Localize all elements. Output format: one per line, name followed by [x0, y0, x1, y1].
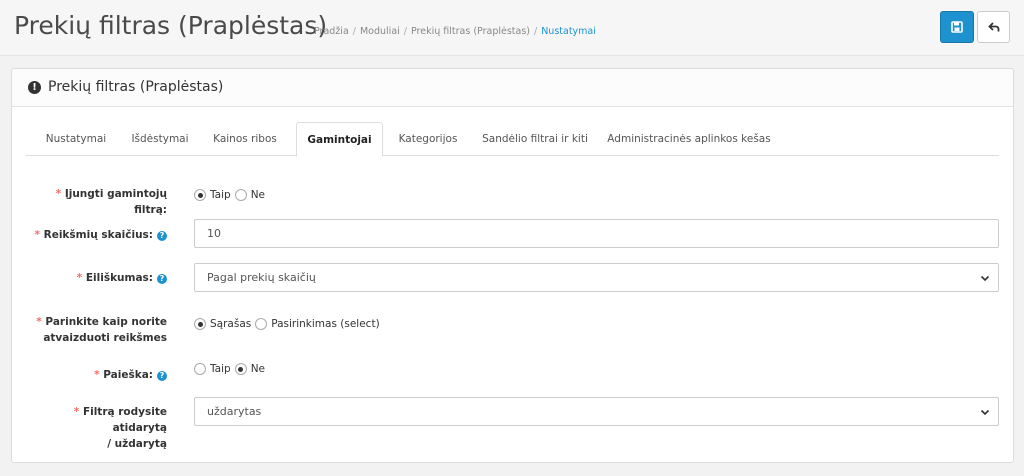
- help-icon[interactable]: ?: [157, 231, 167, 241]
- breadcrumb-modules[interactable]: Moduliai: [360, 26, 400, 37]
- panel-heading: ! Prekių filtras (Praplėstas): [12, 69, 1013, 107]
- display-mode-label: * Parinkite kaip norite atvaizduoti reik…: [22, 314, 167, 346]
- display-list-radio[interactable]: [194, 318, 206, 330]
- back-button[interactable]: [977, 11, 1010, 43]
- panel-title: Prekių filtras (Praplėstas): [48, 79, 224, 95]
- order-label: * Eiliškumas:?: [22, 270, 167, 286]
- display-list-label[interactable]: Sąrašas: [210, 318, 251, 330]
- enable-filter-label-text: Įjungti gamintojų filtrą:: [64, 188, 167, 216]
- enable-filter-radio-group: Taip Ne: [194, 189, 269, 201]
- enable-filter-yes-radio[interactable]: [194, 189, 206, 201]
- open-state-select-value: uždarytas: [207, 405, 262, 418]
- breadcrumb-separator: /: [534, 26, 538, 37]
- breadcrumb-separator: /: [403, 26, 407, 37]
- save-button[interactable]: [940, 11, 974, 43]
- tab-kainos-ribos[interactable]: Kainos ribos: [206, 122, 284, 156]
- back-arrow-icon: [987, 22, 999, 32]
- order-select[interactable]: Pagal prekių skaičių: [194, 263, 999, 292]
- enable-filter-yes-label[interactable]: Taip: [210, 189, 231, 201]
- display-mode-radio-group: Sąrašas Pasirinkimas (select): [194, 318, 384, 330]
- required-asterisk: *: [36, 316, 42, 328]
- display-mode-label-line1: Parinkite kaip norite: [45, 316, 167, 328]
- order-select-value: Pagal prekių skaičių: [207, 271, 316, 284]
- settings-panel: ! Prekių filtras (Praplėstas) Nustatymai…: [11, 68, 1014, 463]
- chevron-down-icon: [980, 409, 990, 416]
- open-state-label: * Filtrą rodysite atidarytą / uždarytą: [22, 404, 167, 452]
- breadcrumb-home[interactable]: Pradžia: [314, 26, 349, 37]
- chevron-down-icon: [980, 275, 990, 282]
- required-asterisk: *: [34, 229, 40, 241]
- tab-sandelio-filtrai[interactable]: Sandėlio filtrai ir kiti: [475, 122, 595, 156]
- display-select-label[interactable]: Pasirinkimas (select): [271, 318, 379, 330]
- search-yes-radio[interactable]: [194, 363, 206, 375]
- tab-administracines-kesas[interactable]: Administracinės aplinkos kešas: [604, 122, 774, 156]
- value-count-input[interactable]: 10: [194, 219, 999, 248]
- enable-filter-label: * Įjungti gamintojų filtrą:: [22, 186, 167, 218]
- open-state-select[interactable]: uždarytas: [194, 397, 999, 426]
- page-title: Prekių filtras (Praplėstas): [14, 11, 328, 40]
- tabs: Nustatymai Išdėstymai Kainos ribos Gamin…: [26, 122, 999, 157]
- exclamation-circle-icon: !: [28, 81, 41, 94]
- search-no-label[interactable]: Ne: [251, 363, 265, 375]
- order-label-text: Eiliškumas:: [85, 272, 153, 284]
- breadcrumb: Pradžia / Moduliai / Prekių filtras (Praplės…: [314, 26, 596, 37]
- value-count-label: * Reikšmių skaičius:?: [22, 227, 167, 243]
- tab-nustatymai[interactable]: Nustatymai: [38, 122, 114, 156]
- required-asterisk: *: [94, 369, 100, 381]
- search-no-radio[interactable]: [234, 363, 247, 375]
- help-icon[interactable]: ?: [157, 371, 167, 381]
- enable-filter-no-label[interactable]: Ne: [251, 189, 265, 201]
- tab-isdestymai[interactable]: Išdėstymai: [124, 122, 196, 156]
- value-count-label-text: Reikšmių skaičius:: [43, 229, 153, 241]
- enable-filter-no-radio[interactable]: [234, 189, 247, 201]
- required-asterisk: *: [73, 406, 80, 418]
- breadcrumb-current[interactable]: Nustatymai: [541, 26, 596, 37]
- open-state-label-line2: / uždarytą: [107, 438, 167, 450]
- page-header: Prekių filtras (Praplėstas) Pradžia / Modu…: [0, 0, 1024, 56]
- required-asterisk: *: [55, 188, 62, 200]
- tab-kategorijos[interactable]: Kategorijos: [393, 122, 463, 156]
- search-yes-label[interactable]: Taip: [210, 363, 231, 375]
- search-label: * Paieška:?: [22, 367, 167, 383]
- required-asterisk: *: [76, 272, 83, 284]
- breadcrumb-separator: /: [352, 26, 356, 37]
- tab-gamintojai[interactable]: Gamintojai: [296, 122, 383, 157]
- search-radio-group: Taip Ne: [194, 363, 269, 375]
- breadcrumb-module[interactable]: Prekių filtras (Praplėstas): [411, 26, 530, 37]
- search-label-text: Paieška:: [103, 369, 153, 381]
- save-icon: [951, 21, 963, 33]
- display-mode-label-line2: atvaizduoti reikšmes: [43, 332, 167, 344]
- open-state-label-line1: Filtrą rodysite atidarytą: [82, 406, 167, 434]
- help-icon[interactable]: ?: [157, 274, 167, 284]
- display-select-radio[interactable]: [255, 318, 268, 330]
